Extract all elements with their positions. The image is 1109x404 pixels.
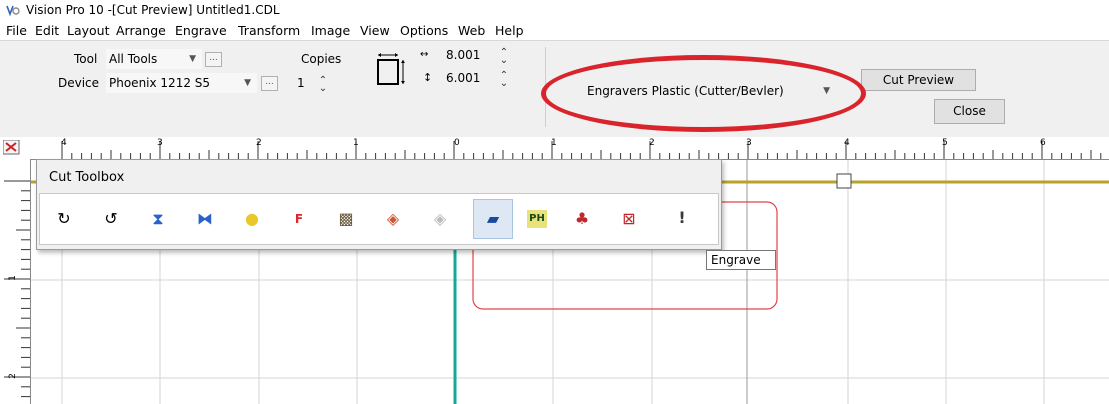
width-arrow-icon: ↔ bbox=[420, 49, 429, 60]
vertical-ruler-ticks bbox=[4, 180, 30, 398]
engrave-icon[interactable]: ▰ bbox=[473, 199, 513, 239]
ruler-corner bbox=[0, 137, 31, 160]
menu-bar bbox=[0, 20, 1109, 40]
device-label: Device bbox=[58, 76, 100, 90]
engrave-tooltip: Engrave bbox=[706, 250, 776, 270]
crosshatch-icon[interactable]: ⊠ bbox=[615, 205, 643, 233]
menu-file[interactable]: File bbox=[6, 23, 27, 38]
flip-vertical-icon[interactable]: ⧗ bbox=[144, 205, 172, 233]
tool-browse-button[interactable]: ... bbox=[205, 52, 222, 67]
menu-view[interactable]: View bbox=[360, 23, 390, 38]
ruler-label: 2 bbox=[256, 138, 262, 148]
window-title: Vision Pro 10 -[Cut Preview] Untitled1.C… bbox=[26, 3, 280, 17]
chevron-down-icon: ▼ bbox=[189, 54, 196, 64]
font-icon[interactable]: F bbox=[285, 205, 313, 233]
toolbox-buttons: ↻ ↺ ⧗ ⧓ ● F ▩ ◈ ◈ ▰ PH ♣ ⊠ ! bbox=[39, 193, 719, 245]
highlight-oval bbox=[541, 55, 866, 132]
ruler-label: 2 bbox=[7, 373, 18, 379]
toolbox-title: Cut Toolbox bbox=[49, 170, 125, 185]
height-value[interactable]: 6.001 bbox=[446, 71, 480, 85]
ruler-label: 1 bbox=[551, 138, 557, 148]
ph-icon[interactable]: PH bbox=[527, 210, 547, 228]
ruler-label: 1 bbox=[353, 138, 359, 148]
copies-value[interactable]: 1 bbox=[297, 76, 305, 90]
flip-horizontal-icon[interactable]: ⧓ bbox=[191, 205, 219, 233]
ruler-label: 6 bbox=[1040, 138, 1046, 148]
menu-edit[interactable]: Edit bbox=[35, 23, 59, 38]
menu-engrave[interactable]: Engrave bbox=[175, 23, 227, 38]
fill-icon[interactable]: ◈ bbox=[379, 205, 407, 233]
light-bulb-icon[interactable]: ● bbox=[238, 205, 266, 233]
tool-select[interactable]: All Tools ▼ bbox=[106, 49, 202, 69]
cut-preview-button[interactable]: Cut Preview bbox=[861, 69, 976, 91]
height-arrow-icon: ↕ bbox=[423, 71, 433, 84]
menu-arrange[interactable]: Arrange bbox=[116, 23, 166, 38]
menu-web[interactable]: Web bbox=[458, 23, 485, 38]
ruler-label: 3 bbox=[746, 138, 752, 148]
ruler-label: 2 bbox=[649, 138, 655, 148]
tool-value: All Tools bbox=[109, 52, 158, 66]
ruler-label: 0 bbox=[454, 138, 460, 148]
horizontal-ruler: 4 3 2 1 0 1 2 3 4 5 6 bbox=[30, 137, 1109, 160]
rotate-cw-icon[interactable]: ↻ bbox=[50, 205, 78, 233]
rotate-ccw-icon[interactable]: ↺ bbox=[97, 205, 125, 233]
menu-transform[interactable]: Transform bbox=[238, 23, 300, 38]
bitmap-icon[interactable]: ▩ bbox=[332, 205, 360, 233]
ruler-label: 4 bbox=[844, 138, 850, 148]
menu-options[interactable]: Options bbox=[400, 23, 448, 38]
vertical-ruler: 1 2 bbox=[0, 159, 31, 404]
copies-label: Copies bbox=[301, 52, 342, 66]
menu-help[interactable]: Help bbox=[495, 23, 524, 38]
menu-layout[interactable]: Layout bbox=[67, 23, 110, 38]
close-button[interactable]: Close bbox=[934, 99, 1005, 124]
menu-image[interactable]: Image bbox=[311, 23, 350, 38]
cutter-icon[interactable]: ♣ bbox=[568, 205, 596, 233]
tool-label: Tool bbox=[74, 52, 98, 66]
copies-spinner-icon[interactable]: ⌃ ⌄ bbox=[318, 76, 328, 94]
height-spinner-icon[interactable]: ⌃ ⌄ bbox=[499, 71, 509, 89]
width-spinner-icon[interactable]: ⌃ ⌄ bbox=[499, 48, 509, 66]
warning-icon[interactable]: ! bbox=[662, 199, 702, 239]
dimensions-icon bbox=[377, 53, 405, 85]
device-browse-button[interactable]: ... bbox=[261, 76, 278, 91]
fill-disabled-icon[interactable]: ◈ bbox=[426, 205, 454, 233]
ruler-label: 3 bbox=[157, 138, 163, 148]
width-value[interactable]: 8.001 bbox=[446, 48, 480, 62]
ruler-label: 4 bbox=[61, 138, 67, 148]
chevron-down-icon: ▼ bbox=[244, 78, 251, 88]
vision-pro-icon bbox=[6, 5, 20, 16]
device-select[interactable]: Phoenix 1212 S5 ▼ bbox=[106, 73, 257, 93]
device-value: Phoenix 1212 S5 bbox=[109, 76, 211, 90]
ruler-label: 5 bbox=[942, 138, 948, 148]
ruler-label: 1 bbox=[7, 275, 18, 281]
cut-toolbox-panel[interactable]: Cut Toolbox ↻ ↺ ⧗ ⧓ ● F ▩ ◈ ◈ ▰ PH ♣ ⊠ ! bbox=[36, 159, 722, 250]
